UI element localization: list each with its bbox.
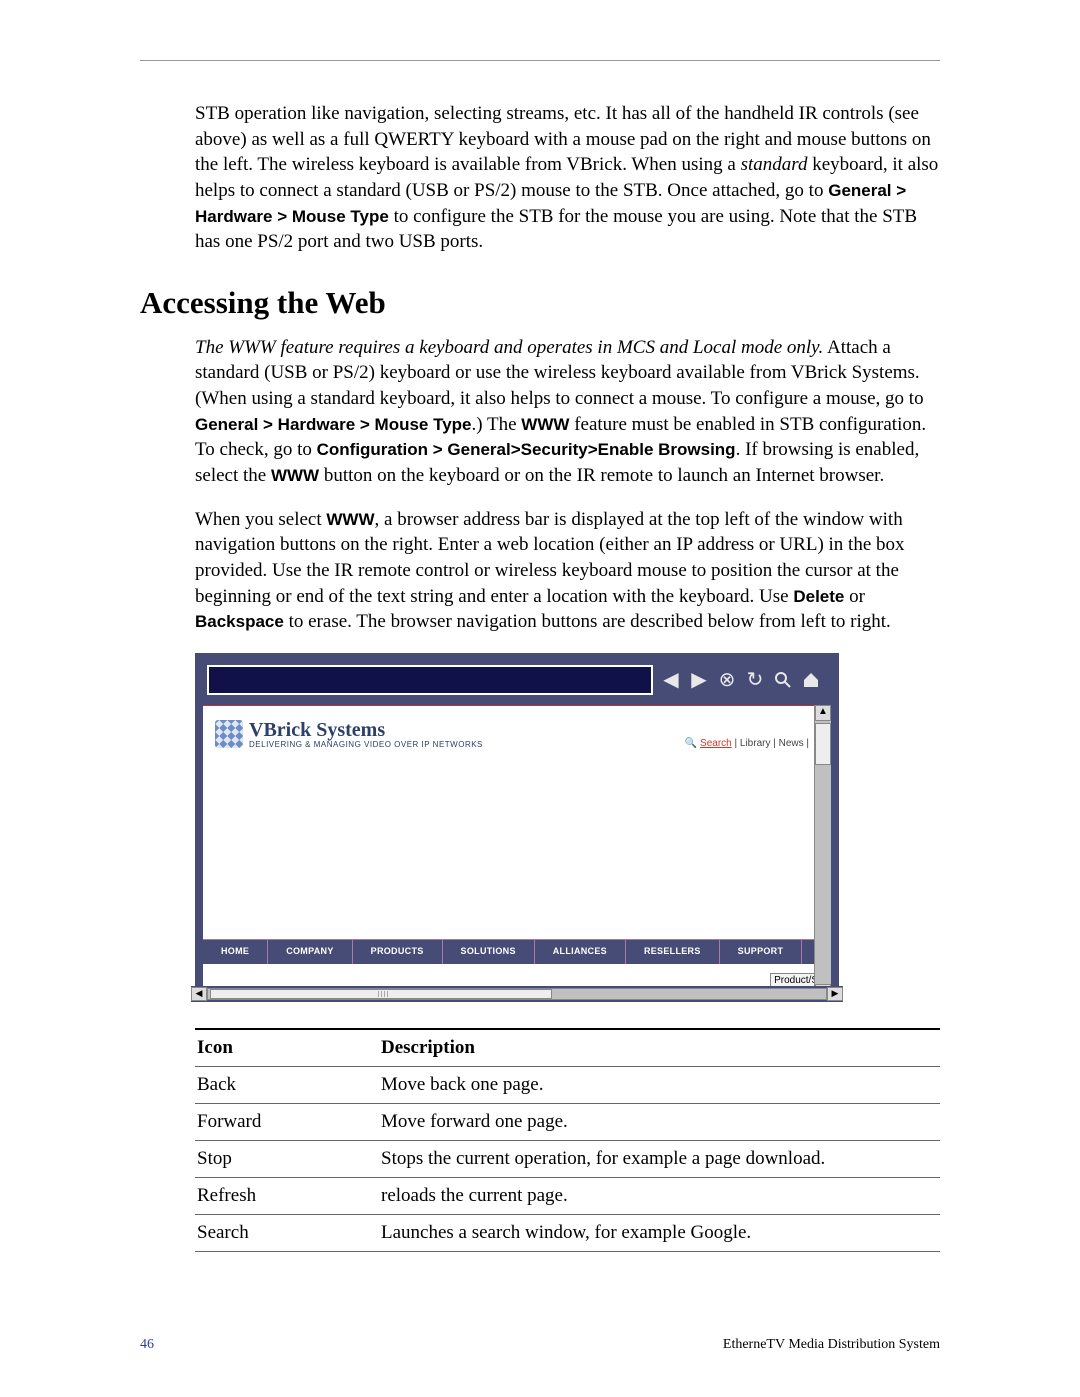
page-number: 46: [140, 1337, 154, 1353]
top-rule: [140, 60, 940, 61]
scroll-thumb[interactable]: [815, 723, 831, 765]
vertical-scrollbar[interactable]: ▲ ▼: [814, 705, 831, 1000]
cell-desc: reloads the current page.: [379, 1177, 940, 1214]
links-text[interactable]: | Library | News |: [732, 738, 809, 749]
brand-title: VBrick Systems: [249, 720, 483, 740]
hscroll-track[interactable]: [207, 988, 827, 1000]
browser-toolbar: ◀ ▶ ⊗ ↻: [197, 655, 837, 705]
search-icon[interactable]: [773, 670, 793, 690]
text: .) The: [472, 414, 522, 435]
nav-item-alliances[interactable]: ALLIANCES: [535, 940, 626, 964]
bold-text: WWW: [521, 415, 569, 434]
hscroll-thumb[interactable]: [210, 989, 552, 999]
footer-title: EtherneTV Media Distribution System: [723, 1337, 940, 1353]
cell-desc: Move back one page.: [379, 1066, 940, 1103]
scroll-left-icon[interactable]: ◀: [191, 987, 207, 1001]
table-header-row: Icon Description: [195, 1029, 940, 1067]
brand-left: VBrick Systems DELIVERING & MANAGING VID…: [215, 720, 483, 749]
paragraph-2: The WWW feature requires a keyboard and …: [195, 335, 940, 489]
table-row: Back Move back one page.: [195, 1066, 940, 1103]
table-row: Stop Stops the current operation, for ex…: [195, 1140, 940, 1177]
search-mini-icon[interactable]: 🔍: [685, 738, 700, 749]
italic-text: The WWW feature requires a keyboard and …: [195, 337, 823, 358]
nav-item-solutions[interactable]: SOLUTIONS: [443, 940, 535, 964]
scroll-up-icon[interactable]: ▲: [815, 705, 831, 721]
nav-item-home[interactable]: HOME: [203, 940, 268, 964]
menu-path: Configuration > General>Security>Enable …: [317, 440, 736, 459]
text: or: [844, 586, 865, 607]
text: When you select: [195, 509, 326, 530]
nav-item-support[interactable]: SUPPORT: [720, 940, 803, 964]
brand-links: 🔍 Search | Library | News |: [685, 738, 809, 749]
browser-content: VBrick Systems DELIVERING & MANAGING VID…: [203, 705, 831, 1000]
table-row: Refresh reloads the current page.: [195, 1177, 940, 1214]
cell-desc: Launches a search window, for example Go…: [379, 1214, 940, 1251]
bold-text: WWW: [326, 510, 374, 529]
bold-text: Backspace: [195, 612, 284, 631]
paragraph-3: When you select WWW, a browser address b…: [195, 507, 940, 635]
cell-icon: Search: [195, 1214, 379, 1251]
toolbar-icons: ◀ ▶ ⊗ ↻: [661, 670, 827, 690]
text: to erase. The browser navigation buttons…: [284, 611, 891, 632]
horizontal-scrollbar[interactable]: ◀ ▶: [191, 986, 843, 1002]
brand-tagline: DELIVERING & MANAGING VIDEO OVER IP NETW…: [249, 740, 483, 749]
nav-item-resellers[interactable]: RESELLERS: [626, 940, 720, 964]
cell-icon: Forward: [195, 1103, 379, 1140]
brand-text: VBrick Systems DELIVERING & MANAGING VID…: [249, 720, 483, 749]
search-link[interactable]: Search: [700, 738, 732, 749]
table-row: Forward Move forward one page.: [195, 1103, 940, 1140]
intro-paragraph: STB operation like navigation, selecting…: [195, 101, 940, 255]
browser-screenshot: ◀ ▶ ⊗ ↻ VBrick Systems DELIVERING & MAN: [195, 653, 839, 1002]
back-icon[interactable]: ◀: [661, 670, 681, 690]
home-icon[interactable]: [801, 670, 821, 690]
nav-item-company[interactable]: COMPANY: [268, 940, 352, 964]
refresh-icon[interactable]: ↻: [745, 670, 765, 690]
brand-row: VBrick Systems DELIVERING & MANAGING VID…: [203, 705, 831, 749]
col-header-desc: Description: [379, 1029, 940, 1067]
cell-desc: Move forward one page.: [379, 1103, 940, 1140]
bold-text: WWW: [271, 466, 319, 485]
cell-desc: Stops the current operation, for example…: [379, 1140, 940, 1177]
table-row: Search Launches a search window, for exa…: [195, 1214, 940, 1251]
cell-icon: Stop: [195, 1140, 379, 1177]
text: button on the keyboard or on the IR remo…: [319, 465, 884, 486]
col-header-icon: Icon: [195, 1029, 379, 1067]
section-heading: Accessing the Web: [140, 285, 940, 321]
document-page: STB operation like navigation, selecting…: [0, 0, 1080, 1397]
nav-item-products[interactable]: PRODUCTS: [353, 940, 443, 964]
icon-description-table: Icon Description Back Move back one page…: [195, 1028, 940, 1252]
address-bar[interactable]: [207, 665, 653, 695]
page-footer: 46 EtherneTV Media Distribution System: [140, 1337, 940, 1353]
italic-text: standard: [741, 154, 808, 175]
forward-icon[interactable]: ▶: [689, 670, 709, 690]
vbrick-logo-icon: [215, 720, 243, 748]
menu-path: General > Hardware > Mouse Type: [195, 415, 472, 434]
bold-text: Delete: [793, 587, 844, 606]
stop-icon[interactable]: ⊗: [717, 670, 737, 690]
cell-icon: Refresh: [195, 1177, 379, 1214]
nav-strip: HOME COMPANY PRODUCTS SOLUTIONS ALLIANCE…: [203, 939, 831, 964]
scroll-right-icon[interactable]: ▶: [827, 987, 843, 1001]
cell-icon: Back: [195, 1066, 379, 1103]
